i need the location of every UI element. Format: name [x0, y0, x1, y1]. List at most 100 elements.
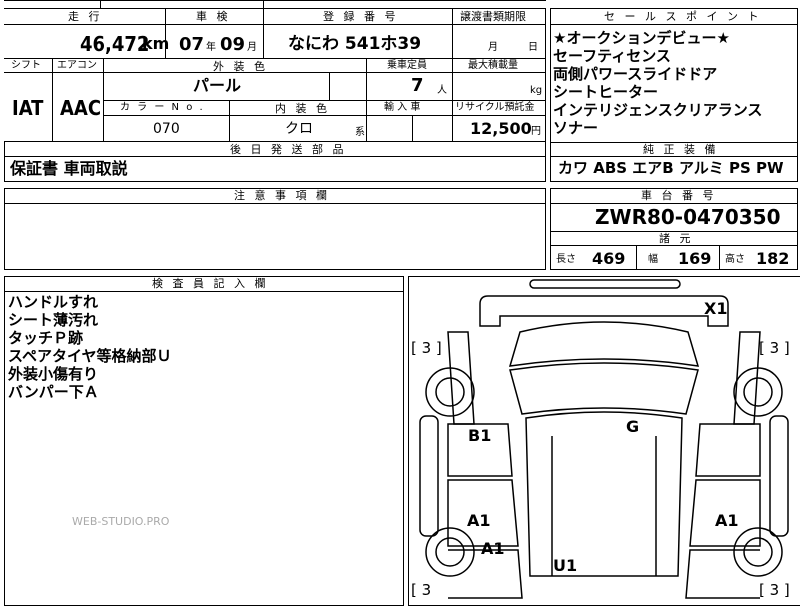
inspector-line: 外装小傷有り: [8, 365, 99, 383]
interior-suffix: 系: [355, 127, 365, 138]
row-line: [4, 291, 404, 292]
col-line: [412, 115, 413, 142]
row-line: [4, 156, 546, 157]
width-label: 幅: [648, 254, 658, 265]
height-value: 182: [756, 249, 790, 268]
chassis-header: 車 台 番 号: [641, 189, 717, 202]
col-line: [366, 58, 367, 100]
selling-point-item: セーフティセンス: [553, 47, 671, 65]
inspector-line: シート薄汚れ: [8, 311, 99, 329]
selling-points-header: セ ー ル ス ポ イ ン ト: [604, 10, 762, 23]
capacity-value: 7: [411, 75, 424, 96]
notes-header: 注 意 事 項 欄: [234, 189, 330, 202]
year-unit: 年: [206, 42, 216, 53]
inspection-header: 車 検: [196, 10, 231, 23]
col-line: [263, 8, 264, 58]
registration-value: なにわ 541ホ39: [288, 34, 422, 54]
selling-point-item: ★オークションデビュー★: [553, 29, 730, 47]
tire-depth-rear-left: [ 3: [411, 581, 432, 599]
transfer-day-unit: 日: [528, 42, 538, 53]
mileage-unit: km: [142, 34, 170, 53]
capacity-unit: 人: [437, 85, 447, 96]
aircon-header: エアコン: [57, 60, 97, 71]
top-strip-divider: [100, 0, 101, 8]
specs-header: 諸 元: [659, 232, 694, 245]
row-line: [4, 24, 546, 25]
tire-depth-front-right: [ 3 ]: [759, 339, 790, 357]
watermark: WEB-STUDIO.PRO: [72, 515, 170, 528]
selling-point-item: ソナー: [553, 119, 599, 137]
color-no-header: カ ラ ー N o .: [120, 102, 205, 113]
exterior-color-value: パール: [193, 76, 242, 95]
max-load-unit: kg: [530, 85, 543, 96]
mileage-header: 走 行: [68, 10, 103, 23]
registration-header: 登 録 番 号: [323, 10, 399, 23]
col-line: [229, 100, 230, 142]
capacity-header: 乗車定員: [387, 60, 427, 71]
aircon-value: AAC: [60, 96, 102, 120]
inspection-month: 09: [220, 34, 246, 55]
row-line: [103, 100, 546, 101]
row-line: [4, 72, 546, 73]
col-line: [329, 72, 330, 100]
height-label: 高さ: [725, 254, 745, 265]
damage-mark-a1-lower: A1: [481, 539, 505, 558]
col-line: [52, 58, 53, 142]
vehicle-info-table: [4, 8, 546, 142]
recycle-value: 12,500: [470, 119, 532, 138]
inspector-line: バンパー下Ａ: [8, 383, 99, 401]
equipment-header: 純 正 装 備: [643, 143, 719, 156]
inspector-line: スペアタイヤ等格納部Ｕ: [8, 347, 172, 365]
later-parts-header: 後 日 発 送 部 品: [230, 143, 347, 156]
col-line: [366, 100, 367, 142]
col-line: [452, 8, 453, 58]
inspection-year: 07: [179, 34, 205, 55]
selling-point-item: シートヒーター: [553, 83, 659, 101]
length-value: 469: [592, 249, 626, 268]
col-line: [719, 245, 720, 270]
damage-mark-b1: B1: [468, 426, 492, 445]
col-line: [636, 245, 637, 270]
equipment-value: カワ ABS エアB アルミ PS PW: [558, 159, 784, 177]
inspector-line: タッチＰ跡: [8, 329, 84, 347]
import-header: 輸 入 車: [384, 102, 421, 113]
color-no-value: 070: [153, 121, 180, 137]
width-value: 169: [678, 249, 712, 268]
month-unit: 月: [247, 42, 257, 53]
interior-color-header: 内 装 色: [275, 102, 330, 115]
exterior-color-header: 外 装 色: [213, 60, 268, 73]
recycle-header: リサイクル預託金: [455, 102, 535, 113]
car-diagram: [419, 279, 789, 599]
damage-mark-x1: X1: [704, 299, 728, 318]
damage-mark-a1-left: A1: [467, 511, 491, 530]
shift-header: シフト: [11, 60, 41, 71]
damage-mark-a1-right: A1: [715, 511, 739, 530]
inspector-line: ハンドルすれ: [8, 293, 99, 311]
row-line: [550, 24, 798, 25]
later-parts-value: 保証書 車両取説: [10, 159, 128, 178]
selling-point-item: 両側パワースライドドア: [553, 65, 718, 83]
row-line: [550, 156, 798, 157]
tire-depth-front-left: [ 3 ]: [411, 339, 442, 357]
inspector-header: 検 査 員 記 入 欄: [152, 277, 269, 290]
mileage-value: 46,472: [80, 32, 150, 56]
damage-mark-u1: U1: [553, 556, 578, 575]
damage-mark-g: G: [626, 417, 640, 436]
length-label: 長さ: [556, 254, 576, 265]
row-line: [550, 245, 798, 246]
row-line: [4, 58, 546, 59]
shift-value: IAT: [12, 96, 44, 120]
selling-point-item: インテリジェンスクリアランス: [553, 101, 763, 119]
row-line: [550, 203, 798, 204]
interior-color-value: クロ: [285, 121, 313, 137]
tire-depth-rear-right: [ 3 ]: [759, 581, 790, 599]
chassis-value: ZWR80-0470350: [595, 205, 781, 229]
row-line: [4, 203, 546, 204]
top-strip-line: [4, 0, 546, 1]
row-line: [103, 115, 546, 116]
transfer-deadline-header: 譲渡書類期限: [460, 10, 526, 23]
top-strip-divider-2: [263, 0, 264, 8]
transfer-month-unit: 月: [488, 42, 498, 53]
max-load-header: 最大積載量: [468, 60, 518, 71]
recycle-unit: 円: [531, 126, 541, 137]
